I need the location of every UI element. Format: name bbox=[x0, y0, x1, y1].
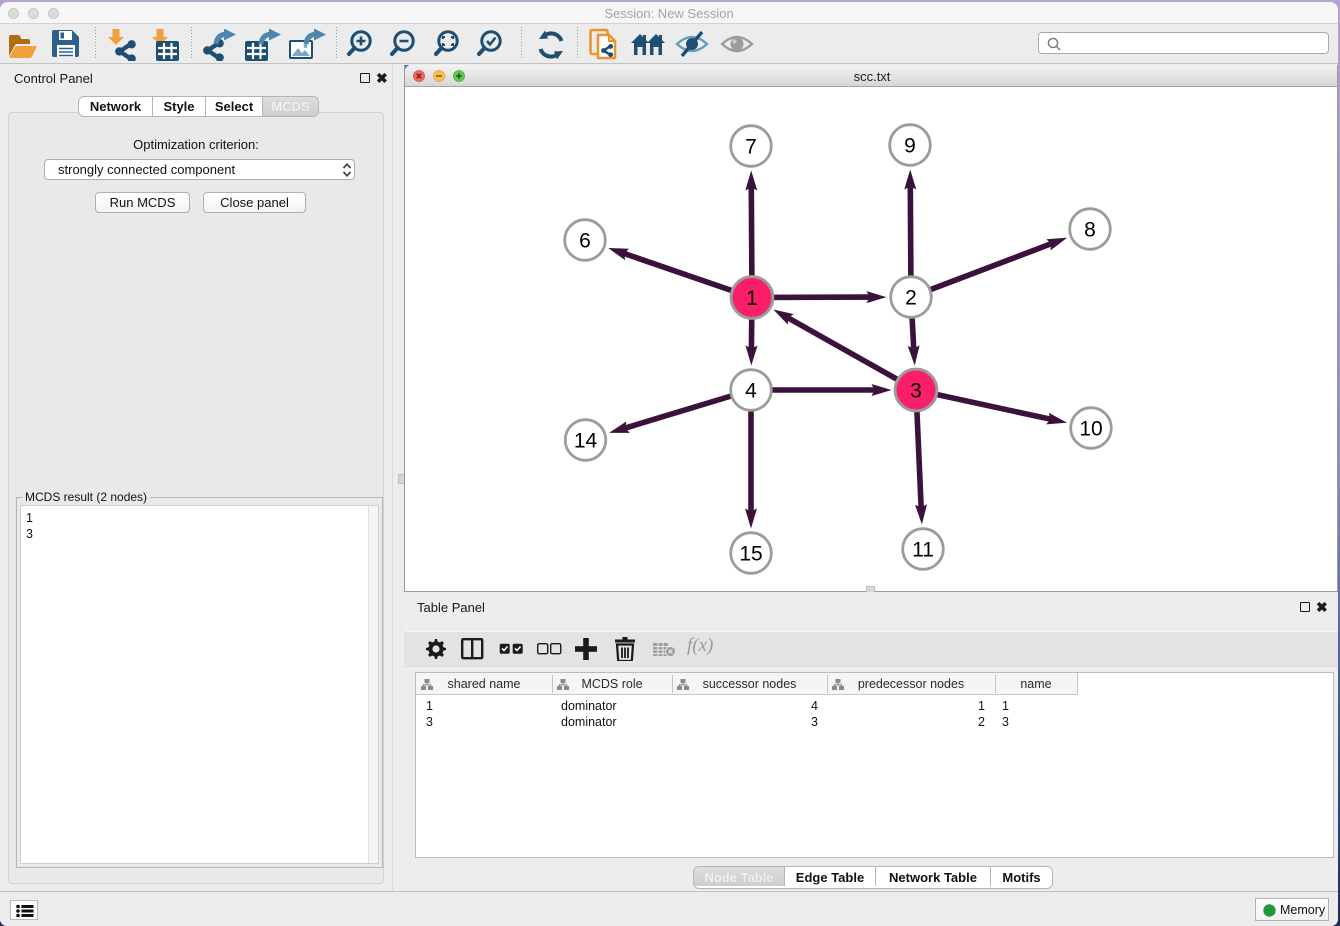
svg-text:4: 4 bbox=[745, 380, 757, 403]
svg-text:9: 9 bbox=[904, 135, 916, 158]
svg-text:10: 10 bbox=[1079, 418, 1102, 441]
svg-text:2: 2 bbox=[905, 287, 917, 310]
svg-text:6: 6 bbox=[579, 230, 591, 253]
svg-text:1: 1 bbox=[746, 287, 758, 310]
svg-text:8: 8 bbox=[1084, 219, 1096, 242]
svg-text:7: 7 bbox=[745, 136, 757, 159]
svg-text:14: 14 bbox=[574, 430, 598, 453]
svg-text:15: 15 bbox=[739, 543, 762, 566]
svg-text:3: 3 bbox=[910, 380, 922, 403]
svg-text:11: 11 bbox=[912, 539, 934, 562]
